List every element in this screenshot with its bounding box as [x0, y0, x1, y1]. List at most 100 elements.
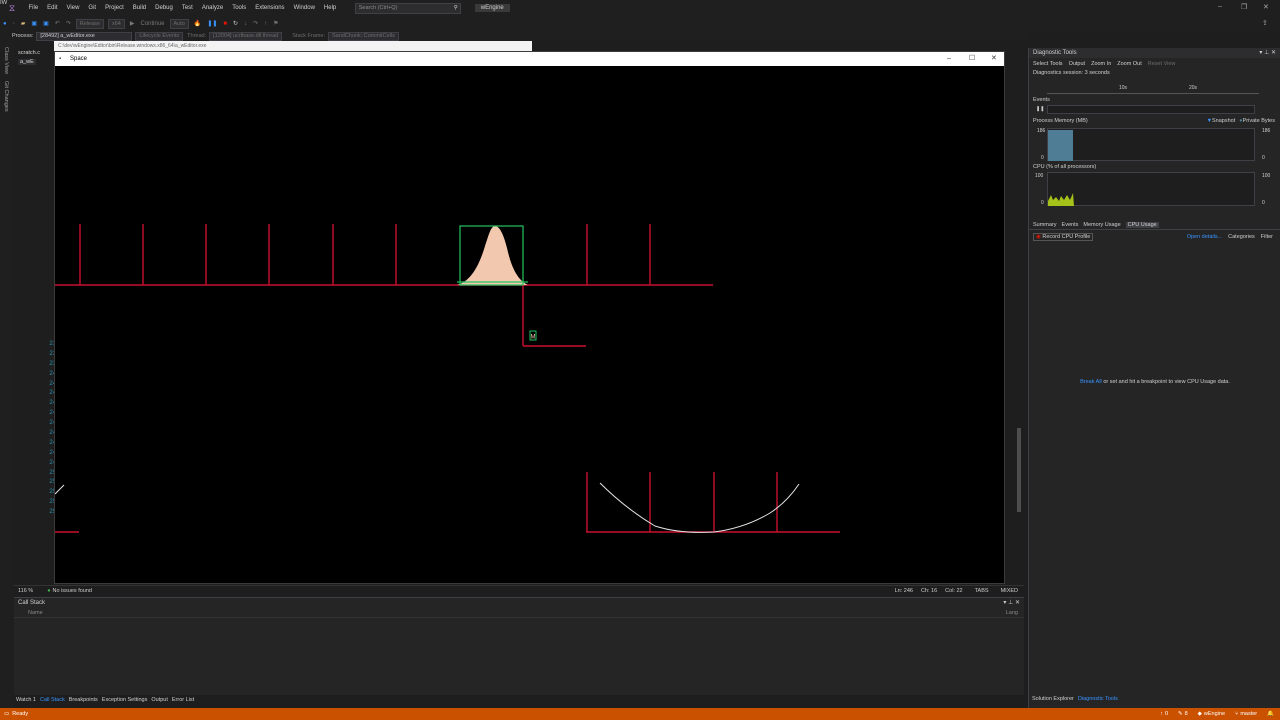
tab-cpu-usage[interactable]: CPU Usage	[1125, 221, 1159, 228]
account-avatar[interactable]: IW	[0, 0, 7, 6]
menu-edit[interactable]: Edit	[43, 5, 62, 11]
space-window-titlebar[interactable]: ▪ Space – ☐ ✕	[55, 52, 1004, 66]
step-over-icon[interactable]: ↷	[253, 20, 258, 27]
auto-dropdown[interactable]: Auto	[169, 18, 189, 29]
redo-icon[interactable]: ↷	[66, 20, 71, 27]
class-view-tab[interactable]: Class View	[3, 47, 9, 74]
live-share-icon[interactable]: ⇪	[1262, 19, 1268, 27]
repo-icon[interactable]: ◆	[1198, 711, 1202, 717]
menu-debug[interactable]: Debug	[151, 5, 178, 11]
editor-exe-window-titlebar[interactable]: C:\dev\wEngine\Editor\bin\Release.window…	[54, 41, 532, 51]
forward-icon[interactable]: ◦	[13, 21, 15, 27]
events-section-label[interactable]: Events	[1029, 97, 1050, 103]
panel-pin-icon[interactable]: ▾ ⊥ ✕	[1259, 48, 1276, 58]
changes-count[interactable]: 8	[1185, 711, 1188, 717]
timeline-ruler[interactable]: 10s 20s	[1047, 85, 1259, 94]
editor-vertical-scrollbar[interactable]	[1014, 64, 1024, 585]
thread-dropdown[interactable]: [12004] ucrtbase.dll thread	[209, 31, 283, 41]
continue-label[interactable]: Continue	[140, 21, 164, 27]
save-all-icon[interactable]: ▣	[43, 20, 49, 27]
zoom-out-button[interactable]: Zoom Out	[1117, 61, 1141, 67]
restore-icon[interactable]: ❐	[1241, 3, 1247, 11]
continue-icon[interactable]: ▶	[130, 20, 135, 27]
search-input[interactable]: Search (Ctrl+Q) ⚲	[354, 2, 461, 14]
column-name[interactable]: Name	[28, 610, 43, 616]
break-all-link[interactable]: Break All	[1080, 379, 1102, 385]
menu-view[interactable]: View	[62, 5, 84, 11]
step-out-icon[interactable]: ↑	[264, 21, 267, 27]
editor-tab-scratch[interactable]: scratch.c	[18, 50, 40, 56]
space-app-window[interactable]: ▪ Space – ☐ ✕ M	[54, 51, 1005, 584]
menu-git[interactable]: Git	[84, 5, 101, 11]
save-icon[interactable]: ▣	[31, 20, 37, 27]
space-close-icon[interactable]: ✕	[991, 52, 997, 66]
repo-name[interactable]: wEngine	[1204, 711, 1225, 717]
undo-icon[interactable]: ↶	[55, 20, 60, 27]
memory-graph[interactable]	[1047, 128, 1255, 161]
space-minimize-icon[interactable]: –	[947, 52, 951, 66]
tab-exception-settings[interactable]: Exception Settings	[102, 697, 148, 703]
open-details-link[interactable]: Open details...	[1187, 234, 1222, 240]
pause-icon[interactable]: ❚❚	[207, 20, 217, 27]
scrollbar-thumb[interactable]	[1017, 428, 1021, 512]
tab-call-stack[interactable]: Call Stack	[40, 697, 65, 703]
space-maximize-icon[interactable]: ☐	[969, 52, 975, 66]
open-folder-icon[interactable]: ▰	[21, 20, 26, 27]
column-lang[interactable]: Lang	[1006, 610, 1018, 616]
stack-frame-dropdown[interactable]: SandChunk::CommitCells	[327, 31, 399, 41]
step-into-icon[interactable]: ↓	[244, 21, 247, 27]
tab-diagnostic-tools[interactable]: Diagnostic Tools	[1078, 696, 1118, 702]
record-cpu-profile-button[interactable]: ◉ Record CPU Profile	[1033, 233, 1094, 241]
process-dropdown[interactable]: [28492] a_wEditor.exe	[36, 31, 133, 41]
tab-memory-usage[interactable]: Memory Usage	[1083, 222, 1120, 228]
events-track[interactable]: ❚❚	[1036, 105, 1255, 114]
select-tools-button[interactable]: Select Tools	[1033, 61, 1063, 67]
configuration-dropdown[interactable]: Release	[75, 18, 104, 29]
zoom-level[interactable]: 116 %	[18, 588, 33, 594]
git-changes-tab[interactable]: Git Changes	[3, 81, 9, 112]
encoding-indicator[interactable]: MIXED	[1001, 588, 1018, 594]
tab-output[interactable]: Output	[151, 697, 168, 703]
menu-project[interactable]: Project	[101, 5, 129, 11]
menu-help[interactable]: Help	[319, 5, 340, 11]
tab-events[interactable]: Events	[1062, 222, 1079, 228]
branch-icon[interactable]: ⑂	[1235, 711, 1238, 717]
lifecycle-events-dropdown[interactable]: Lifecycle Events	[135, 31, 184, 41]
restart-icon[interactable]: ↻	[233, 20, 238, 27]
panel-controls-icon[interactable]: ▾ ⊥ ✕	[1003, 598, 1020, 609]
menu-file[interactable]: File	[24, 5, 43, 11]
tab-summary[interactable]: Summary	[1033, 222, 1057, 228]
memory-section-label[interactable]: Process Memory (MB)	[1033, 118, 1088, 124]
platform-dropdown[interactable]: x64	[107, 18, 125, 29]
menu-tools[interactable]: Tools	[228, 5, 251, 11]
bookmark-icon[interactable]: ⚑	[273, 20, 278, 27]
menu-analyze[interactable]: Analyze	[197, 5, 227, 11]
filter-dropdown[interactable]: Filter	[1261, 234, 1273, 240]
cpu-section-label[interactable]: CPU (% of all processors)	[1029, 164, 1096, 170]
close-icon[interactable]: ✕	[1263, 3, 1269, 11]
zoom-in-button[interactable]: Zoom In	[1091, 61, 1111, 67]
tab-breakpoints[interactable]: Breakpoints	[69, 697, 98, 703]
notifications-icon[interactable]: 🔔	[1267, 711, 1274, 717]
pencil-icon[interactable]: ✎	[1178, 711, 1183, 717]
outgoing-count[interactable]: 0	[1165, 711, 1168, 717]
minimize-icon[interactable]: –	[1218, 3, 1222, 10]
output-button[interactable]: Output	[1069, 61, 1086, 67]
menu-extensions[interactable]: Extensions	[251, 5, 289, 11]
menu-test[interactable]: Test	[177, 5, 197, 11]
issues-status[interactable]: No issues found	[53, 588, 92, 594]
categories-dropdown[interactable]: Categories	[1228, 234, 1255, 240]
hot-reload-icon[interactable]: 🔥	[194, 20, 201, 27]
stop-icon[interactable]: ■	[223, 21, 227, 27]
simulation-canvas[interactable]: M	[55, 66, 1006, 584]
menu-build[interactable]: Build	[128, 5, 150, 11]
tab-watch-1[interactable]: Watch 1	[16, 697, 36, 703]
branch-name[interactable]: master	[1240, 711, 1257, 717]
cpu-graph[interactable]	[1047, 172, 1255, 206]
menu-window[interactable]: Window	[289, 5, 319, 11]
reset-view-button[interactable]: Reset View	[1148, 61, 1176, 67]
tab-error-list[interactable]: Error List	[172, 697, 194, 703]
back-icon[interactable]: ●	[3, 21, 7, 27]
push-icon[interactable]: ↑	[1160, 711, 1163, 717]
tab-solution-explorer[interactable]: Solution Explorer	[1032, 696, 1074, 702]
